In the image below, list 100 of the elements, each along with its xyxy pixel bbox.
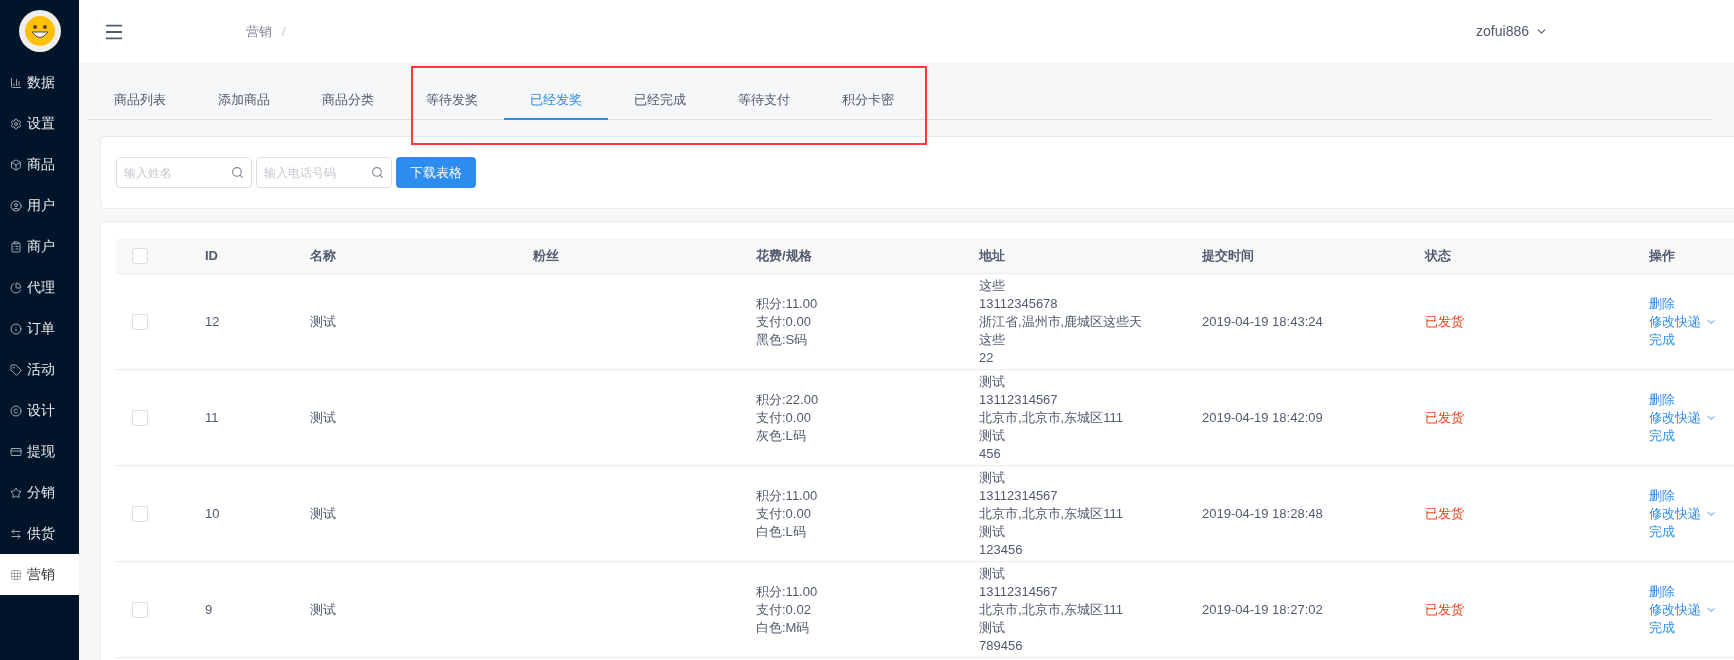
table-cell: 测试 [979,522,1005,541]
action-link[interactable]: 完成 [1649,330,1675,349]
status-text: 已发货 [1425,505,1464,521]
table-cell: 10 [205,505,220,521]
sidebar-item[interactable]: 商品 [0,144,79,185]
table-cell: 白色:L码 [756,522,806,541]
status-text: 已发货 [1425,601,1464,617]
action-link[interactable]: 删除 [1649,486,1675,505]
table-cell: 测试 [310,313,336,329]
info-icon [10,322,22,335]
sidebar-item[interactable]: 数据 [0,62,79,103]
table-cell: 2019-04-19 18:42:09 [1202,409,1323,425]
copyright-icon [10,404,22,417]
column-header: 粉丝 [533,248,559,264]
table-cell: 支付:0.02 [756,600,811,619]
table-cell: 北京市,北京市,东城区111 [979,408,1123,427]
action-link[interactable]: 删除 [1649,390,1675,409]
list-icon [10,240,22,253]
table-cell: 积分:11.00 [756,294,818,313]
tab[interactable]: 已经完成 [608,81,712,120]
tab[interactable]: 等待发奖 [400,81,504,120]
table-cell: 2019-04-19 18:43:24 [1202,313,1323,329]
table-cell: 浙江省,温州市,鹿城区这些天 [979,312,1143,331]
search-icon [231,166,244,179]
checkbox[interactable] [132,409,148,426]
tab[interactable]: 添加商品 [192,81,296,120]
sidebar-item[interactable]: 订单 [0,308,79,349]
tab[interactable]: 商品列表 [88,81,192,120]
table-cell: 积分:22.00 [756,390,819,409]
table-cell: 测试 [310,409,336,425]
sidebar-item[interactable]: 供货 [0,513,79,554]
table-cell: 13112314567 [979,582,1058,601]
star-icon [10,486,22,499]
table-cell: 456 [979,444,1001,463]
column-header: 提交时间 [1202,248,1254,264]
breadcrumb-item[interactable]: 营销 [246,21,272,42]
table-cell: 白色:M码 [756,618,810,637]
dropdown-link[interactable]: 修改快递 [1649,504,1717,523]
table-cell: 支付:0.00 [756,504,811,523]
table-cell: 北京市,北京市,东城区111 [979,504,1123,523]
table-cell: 测试 [979,372,1005,391]
table-cell: 支付:0.00 [756,408,811,427]
pie-chart-icon [10,281,22,294]
action-link[interactable]: 完成 [1649,426,1675,445]
column-header: 花费/规格 [756,248,812,264]
cube-icon [10,158,22,171]
sidebar-item[interactable]: 营销 [0,554,79,595]
checkbox[interactable] [132,248,148,264]
table-cell: 13112345678 [979,294,1058,313]
column-header: 操作 [1649,248,1675,264]
tab[interactable]: 积分卡密 [816,81,920,120]
status-text: 已发货 [1425,313,1464,329]
grid-icon [10,568,22,581]
tab[interactable]: 等待支付 [712,81,816,120]
sidebar-item[interactable]: 用户 [0,185,79,226]
table-cell: 积分:11.00 [756,486,818,505]
checkbox[interactable] [132,313,148,330]
action-link[interactable]: 删除 [1649,294,1675,313]
settings-icon [10,117,22,130]
dropdown-link[interactable]: 修改快递 [1649,312,1717,331]
action-link[interactable]: 删除 [1649,582,1675,601]
sidebar-item[interactable]: 活动 [0,349,79,390]
table-cell: 测试 [310,601,336,617]
sidebar-item[interactable]: 商户 [0,226,79,267]
table-cell: 22 [979,348,994,367]
table-cell: 支付:0.00 [756,312,811,331]
table-cell: 测试 [979,426,1005,445]
column-header: 名称 [310,248,336,264]
checkbox[interactable] [132,601,148,618]
dropdown-link[interactable]: 修改快递 [1649,600,1717,619]
action-link[interactable]: 完成 [1649,522,1675,541]
table-cell: 测试 [310,505,336,521]
table-cell: 测试 [979,468,1005,487]
table-cell: 789456 [979,636,1023,655]
table-cell: 这些 [979,276,1005,295]
column-header: ID [205,248,218,264]
sidebar-item[interactable]: 设置 [0,103,79,144]
table-cell: 这些 [979,330,1005,349]
column-header: 地址 [979,248,1005,264]
table-cell: 13112314567 [979,390,1058,409]
sidebar-item[interactable]: 分销 [0,472,79,513]
table-cell: 12 [205,313,220,329]
sidebar-item[interactable]: 代理 [0,267,79,308]
smiley-logo-icon [18,10,61,52]
dropdown-link[interactable]: 修改快递 [1649,408,1717,427]
table-cell: 9 [205,601,213,617]
action-link[interactable]: 完成 [1649,618,1675,637]
user-icon [10,199,22,212]
tag-icon [10,363,22,376]
table-cell: 北京市,北京市,东城区111 [979,600,1123,619]
tab[interactable]: 商品分类 [296,81,400,120]
table-cell: 灰色:L码 [756,426,806,445]
search-icon [371,166,384,179]
swap-arrows-icon [10,527,22,540]
user-menu[interactable]: zofui886 [1476,21,1548,42]
column-header: 状态 [1425,248,1451,264]
sidebar-item[interactable]: 提现 [0,431,79,472]
checkbox[interactable] [132,505,148,522]
sidebar-item[interactable]: 设计 [0,390,79,431]
table-cell: 123456 [979,540,1023,559]
